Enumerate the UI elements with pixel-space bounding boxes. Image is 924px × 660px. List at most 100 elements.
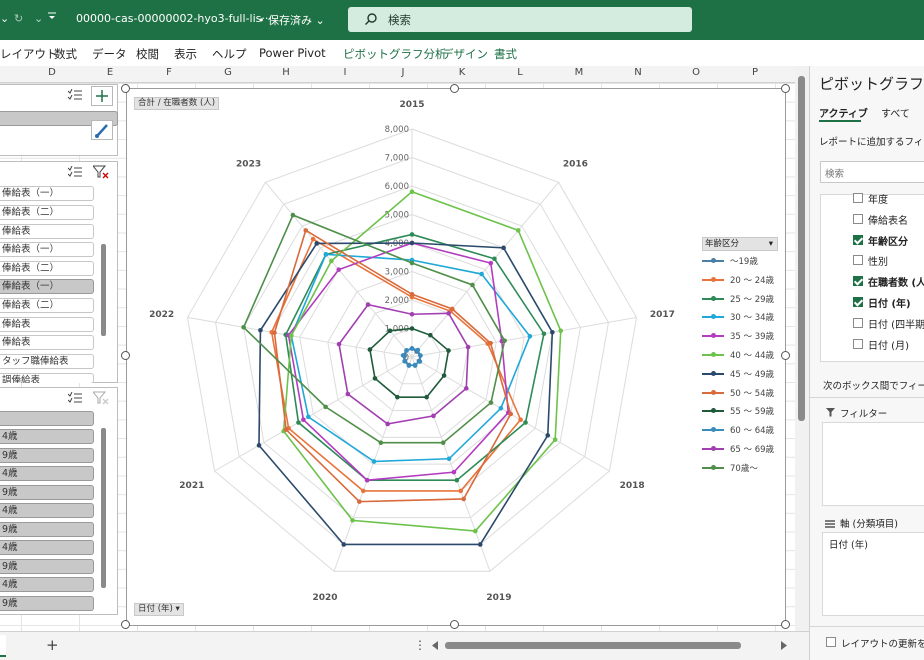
field-search-input[interactable]: 検索 [820, 161, 924, 183]
column-header[interactable]: H [257, 67, 315, 78]
slicer-item[interactable]: 俸給表（一） [0, 186, 94, 201]
horizontal-scrollbar-thumb[interactable] [445, 642, 741, 649]
slicer-panel[interactable]: 4歳 9歳 4歳 9歳 4歳 9歳 4歳 9歳 4歳 9歳 [0, 387, 118, 615]
multi-select-icon[interactable] [67, 88, 82, 104]
tab-review[interactable]: 校閲 [136, 46, 159, 62]
slicer-item[interactable]: 4歳 [0, 429, 94, 444]
active-sheet-tab[interactable] [0, 635, 6, 657]
column-header[interactable]: D [23, 67, 81, 78]
field-checkbox[interactable] [853, 255, 863, 266]
slicer-item[interactable]: タッフ職俸給表 [0, 354, 94, 369]
axis-field-button[interactable]: 日付 (年) ▾ [134, 603, 184, 616]
pivot-chart[interactable]: 0 1,000 2,000 3,000 4,000 5,000 6,000 7,000 8,00… [126, 88, 786, 626]
field-label[interactable]: 日付 (四半期 [868, 316, 924, 331]
tab-format[interactable]: 書式 [494, 46, 517, 62]
slicer-item[interactable]: 9歳 [0, 448, 94, 463]
save-status[interactable]: • 保存済み ⌄ [258, 12, 325, 28]
value-field-button[interactable]: 合計 / 在職者数 (人) [134, 97, 220, 110]
slicer-item[interactable]: 俸給表（一） [0, 242, 94, 257]
document-filename[interactable]: 00000-cas-00000002-hyo3-full-lis··· [76, 12, 272, 25]
slicer-item[interactable]: 俸給表（一） [0, 279, 94, 294]
column-header[interactable]: I [316, 67, 374, 78]
search-input[interactable]: 検索 [348, 7, 692, 32]
more-options-icon[interactable]: ⋮ [414, 638, 426, 652]
axis-drop-area[interactable]: 日付 (年) [822, 532, 924, 616]
field-label[interactable]: 日付 (年) [868, 295, 911, 310]
slicer-item[interactable]: 9歳 [0, 485, 94, 500]
slicer-item[interactable]: 俸給表 [0, 317, 94, 332]
resize-handle[interactable] [781, 351, 790, 360]
clear-filter-icon[interactable] [91, 391, 109, 408]
scrollbar-thumb[interactable] [798, 76, 805, 421]
field-checkbox[interactable] [853, 193, 863, 203]
tab-pivotchart-analyze[interactable]: ピボットグラフ分析 [343, 46, 447, 62]
slicer-item[interactable]: 俸給表（二） [0, 298, 94, 313]
legend-field-button[interactable]: 年齢区分 ▾ [702, 237, 778, 251]
slicer-item[interactable]: 調俸給表 [0, 373, 94, 383]
slicer-item[interactable]: 俸給表 [0, 335, 94, 350]
redo-icon[interactable]: ↻ [14, 12, 23, 25]
slicer-item[interactable]: 9歳 [0, 559, 94, 574]
resize-handle[interactable] [450, 84, 459, 93]
axis-field-item[interactable]: 日付 (年) [829, 537, 868, 551]
field-label[interactable]: 在職者数 (人 [868, 274, 924, 289]
column-header[interactable]: N [609, 67, 667, 78]
field-label[interactable]: 年齢区分 [868, 233, 908, 248]
column-header[interactable]: K [433, 67, 491, 78]
add-icon[interactable] [91, 86, 113, 106]
tab-help[interactable]: ヘルプ [212, 46, 247, 62]
scroll-left-icon[interactable] [432, 640, 439, 653]
tab-power-pivot[interactable]: Power Pivot [259, 46, 326, 60]
tab-active[interactable]: アクティブ [819, 105, 868, 120]
slicer-item[interactable]: 俸給表（二） [0, 261, 94, 276]
customize-qat-icon[interactable] [48, 11, 56, 24]
slicer-panel[interactable]: 俸給表（一） 俸給表（二） 俸給表 俸給表（一） 俸給表（二） 俸給表（一） 俸… [0, 161, 118, 383]
resize-handle[interactable] [121, 84, 130, 93]
field-label[interactable]: 俸給表名 [868, 212, 908, 227]
resize-handle[interactable] [450, 620, 459, 629]
tab-design[interactable]: デザイン [442, 46, 488, 62]
slicer-item[interactable]: 4歳 [0, 540, 94, 555]
resize-handle[interactable] [121, 351, 130, 360]
slicer-item[interactable]: 4歳 [0, 503, 94, 518]
brush-icon[interactable] [91, 120, 113, 140]
resize-handle[interactable] [121, 620, 130, 629]
undo-dropdown-icon[interactable]: ⌄ [0, 12, 9, 25]
field-label[interactable]: 日付 (月) [868, 337, 909, 352]
scroll-right-icon[interactable] [781, 640, 788, 653]
filter-drop-area[interactable] [822, 422, 924, 506]
column-header[interactable]: E [81, 67, 139, 78]
slicer-item[interactable]: 4歳 [0, 577, 94, 592]
slicer-scrollbar[interactable] [101, 428, 106, 588]
column-header[interactable]: O [667, 67, 725, 78]
resize-handle[interactable] [781, 620, 790, 629]
slicer-item[interactable]: 俸給表 [0, 224, 94, 239]
column-header[interactable]: P [726, 67, 784, 78]
slicer-scrollbar[interactable] [101, 244, 106, 336]
defer-update-checkbox[interactable] [826, 637, 836, 647]
column-header[interactable]: G [199, 67, 257, 78]
resize-handle[interactable] [781, 84, 790, 93]
multi-select-icon[interactable] [67, 165, 82, 181]
field-label[interactable]: 年度 [868, 191, 888, 206]
field-checkbox[interactable] [853, 338, 863, 349]
tab-all[interactable]: すべて [881, 105, 910, 120]
redo-dropdown-icon[interactable]: ⌄ [34, 12, 43, 25]
slicer-item[interactable] [0, 411, 94, 426]
field-label[interactable]: 性別 [868, 253, 888, 268]
multi-select-icon[interactable] [67, 391, 82, 407]
field-checkbox[interactable] [853, 213, 863, 224]
column-header[interactable]: L [491, 67, 549, 78]
column-header[interactable]: F [140, 67, 198, 78]
column-header[interactable]: M [550, 67, 608, 78]
field-checkbox[interactable] [853, 297, 863, 307]
tab-view[interactable]: 表示 [174, 46, 197, 62]
slicer-item[interactable]: 9歳 [0, 596, 94, 611]
tab-data[interactable]: データ [92, 46, 127, 62]
add-sheet-button[interactable]: + [46, 636, 59, 654]
tab-formulas[interactable]: 数式 [54, 46, 77, 62]
field-checkbox[interactable] [853, 276, 863, 287]
field-checkbox[interactable] [853, 234, 863, 245]
clear-filter-icon[interactable] [91, 165, 109, 182]
vertical-scrollbar[interactable] [795, 66, 809, 636]
